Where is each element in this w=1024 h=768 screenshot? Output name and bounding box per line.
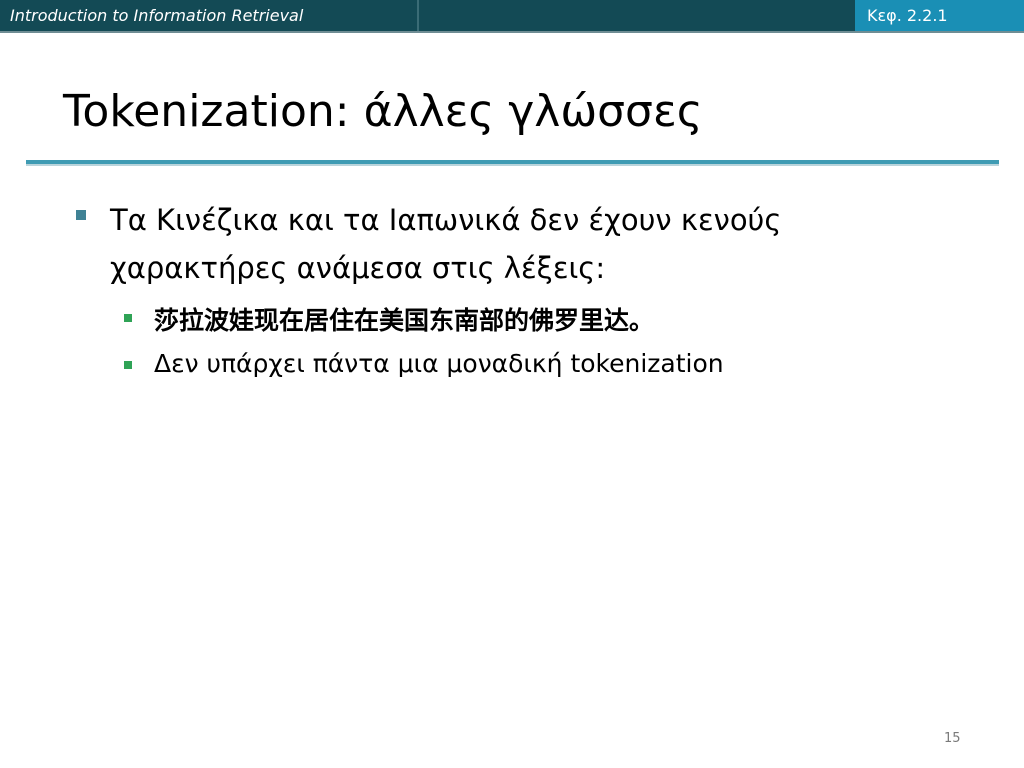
header-divider [417,0,419,33]
section-reference: Κεφ. 2.2.1 [867,6,948,25]
section-reference-box: Κεφ. 2.2.1 [855,0,1024,33]
sub-bullet-square-icon [124,314,132,322]
sub-bullet-text-chinese-example: 莎拉波娃现在居住在美国东南部的佛罗里达。 [154,306,655,335]
course-title: Introduction to Information Retrieval [10,6,304,25]
sub-bullet-square-icon [124,361,132,369]
bullet-square-icon [76,210,86,220]
sub-bullet-text: Δεν υπάρχει πάντα μια μοναδική tokenizat… [154,349,724,378]
slide-title: Tokenization: άλλες γλώσσες [63,86,703,137]
header-bar: Introduction to Information Retrieval Κε… [0,0,1024,33]
bullet-text: Τα Κινέζικα και τα Ιαπωνικά δεν έχουν κε… [110,203,782,285]
page-number: 15 [944,731,961,746]
title-underline-shadow [26,164,999,166]
